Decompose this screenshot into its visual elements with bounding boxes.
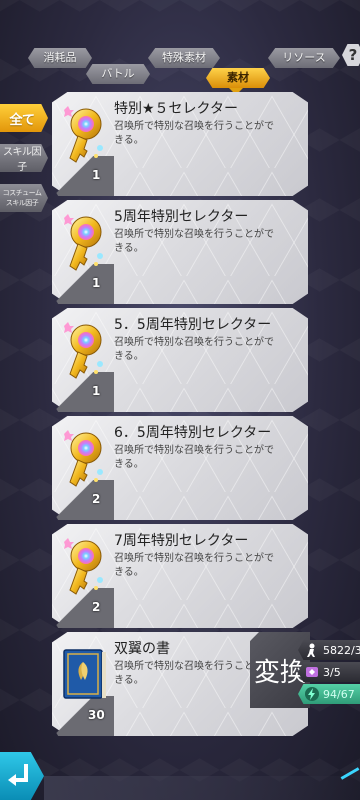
item-card[interactable]: 2 7周年特別セレクター 召喚所で特別な召喚を行うことができる。 [52, 524, 308, 628]
ticket-value: 3/5 [323, 665, 341, 679]
stamina-stat: 5822/320 [298, 640, 360, 660]
side-tab-all[interactable]: 全て [0, 104, 48, 132]
item-name: 7周年特別セレクター [114, 533, 249, 549]
item-name: 6．5周年特別セレクター [114, 425, 272, 441]
golden-key-selector-icon [58, 536, 110, 598]
item-count: 1 [92, 384, 101, 398]
item-description: 召喚所で特別な召喚を行うことができる。 [114, 337, 274, 362]
blue-book-icon [58, 644, 110, 706]
stamina-icon [304, 642, 320, 658]
tab-battle[interactable]: バトル [86, 64, 150, 84]
ticket-stat: 3/5 [298, 662, 360, 682]
energy-value: 94/67 [323, 687, 355, 701]
golden-key-selector-icon [58, 212, 110, 274]
item-card[interactable]: 2 6．5周年特別セレクター 召喚所で特別な召喚を行うことができる。 [52, 416, 308, 520]
item-description: 召喚所で特別な召喚を行うことができる。 [114, 121, 274, 146]
item-name: 双翼の書 [114, 641, 170, 657]
tab-materials[interactable]: 素材 [206, 68, 270, 88]
item-count: 1 [92, 168, 101, 182]
item-description: 召喚所で特別な召喚を行うことができる。 [114, 229, 274, 254]
item-description: 召喚所で特別な召喚を行うことができる。 [114, 445, 274, 470]
side-tab-costume-skill-factor[interactable]: コスチュームスキル因子 [0, 184, 48, 212]
tab-resources[interactable]: リソース [268, 48, 340, 68]
tab-consumables[interactable]: 消耗品 [28, 48, 92, 68]
item-card[interactable]: 1 5．5周年特別セレクター 召喚所で特別な召喚を行うことができる。 [52, 308, 308, 412]
back-button[interactable] [0, 752, 44, 800]
item-count: 1 [92, 276, 101, 290]
energy-icon [304, 686, 320, 702]
item-name: 5周年特別セレクター [114, 209, 249, 225]
stamina-value: 5822/320 [323, 643, 360, 657]
golden-key-selector-icon [58, 428, 110, 490]
item-card[interactable]: 1 特別★５セレクター 召喚所で特別な召喚を行うことができる。 [52, 92, 308, 196]
item-name: 特別★５セレクター [114, 101, 238, 117]
item-description: 召喚所で特別な召喚を行うことができる。 [114, 553, 274, 578]
tab-special-materials[interactable]: 特殊素材 [148, 48, 220, 68]
item-count: 2 [92, 492, 101, 506]
help-button[interactable]: ? [342, 44, 360, 66]
energy-stat: 94/67 [298, 684, 360, 704]
item-card[interactable]: 1 5周年特別セレクター 召喚所で特別な召喚を行うことができる。 [52, 200, 308, 304]
item-name: 5．5周年特別セレクター [114, 317, 272, 333]
bottom-bar [44, 776, 360, 800]
item-count: 2 [92, 600, 101, 614]
golden-key-selector-icon [58, 320, 110, 382]
golden-key-selector-icon [58, 104, 110, 166]
item-count: 30 [88, 708, 105, 722]
return-arrow-icon [8, 764, 28, 786]
side-tab-skill-factor[interactable]: スキル因子 [0, 144, 48, 172]
ticket-icon [304, 664, 320, 680]
